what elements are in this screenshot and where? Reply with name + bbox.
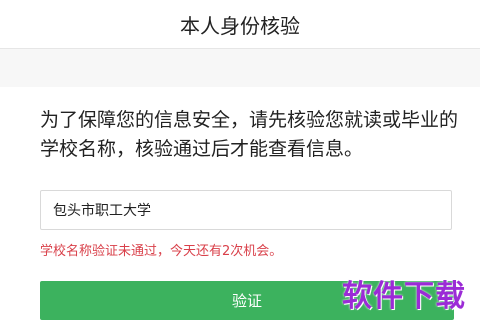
school-name-input[interactable]	[40, 190, 452, 230]
intro-text: 为了保障您的信息安全，请先核验您就读或毕业的学校名称，核验通过后才能查看信息。	[40, 109, 459, 160]
header-divider-band	[0, 49, 480, 87]
page-title: 本人身份核验	[180, 13, 300, 38]
top-bar: 本人身份核验	[0, 0, 480, 49]
error-message: 学校名称验证未通过，今天还有2次机会。	[40, 244, 283, 259]
watermark-logo: 软件下载	[342, 279, 466, 314]
